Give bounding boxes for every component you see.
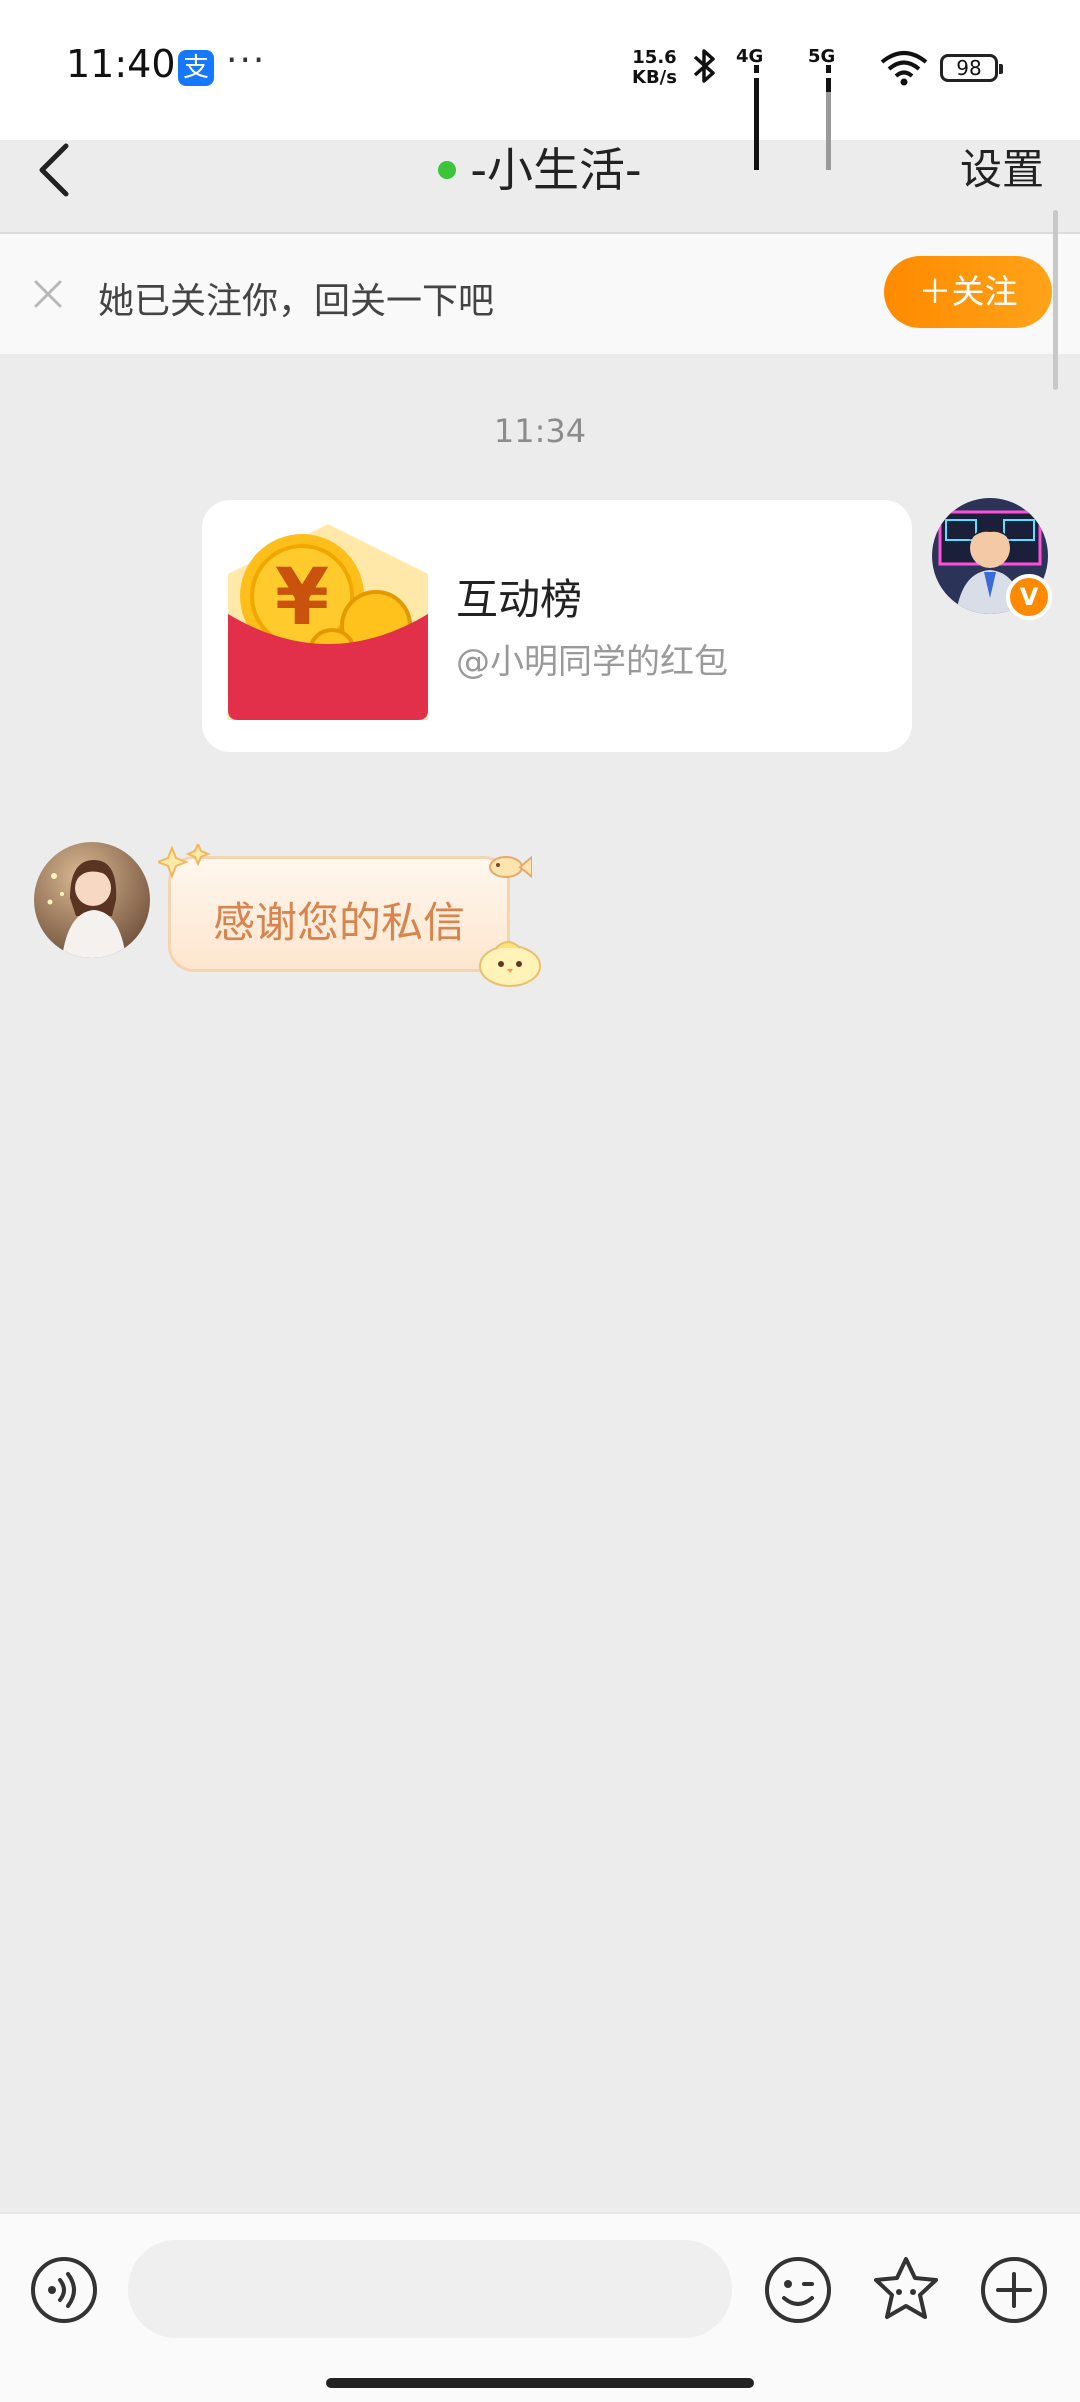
home-indicator[interactable] xyxy=(326,2378,754,2388)
card-subtitle: @小明同学的红包 xyxy=(456,642,728,682)
svg-text:¥: ¥ xyxy=(275,553,329,643)
incoming-message-bubble[interactable]: 感谢您的私信 xyxy=(168,856,510,972)
scrollbar[interactable] xyxy=(1053,210,1058,390)
chevron-left-icon xyxy=(39,143,69,197)
close-icon xyxy=(34,280,62,308)
voice-icon xyxy=(31,2257,97,2323)
message-input-bar xyxy=(0,2212,1080,2402)
plus-icon xyxy=(981,2257,1047,2323)
network-speed-value: 15.6 xyxy=(632,47,677,68)
close-banner-button[interactable] xyxy=(28,274,68,314)
verified-badge: V xyxy=(1006,574,1052,620)
sticker-icon xyxy=(874,2257,938,2319)
more-options-button[interactable] xyxy=(978,2254,1050,2326)
follow-button[interactable]: ＋关注 xyxy=(884,256,1052,328)
status-bar: 11:40 支 ··· 15.6 KB/s 4G 5G 98 xyxy=(0,0,1080,197)
alipay-icon: 支 xyxy=(178,50,214,86)
emoji-button[interactable] xyxy=(762,2254,834,2326)
status-time: 11:40 xyxy=(66,42,176,86)
follow-back-banner: 她已关注你，回关一下吧 ＋关注 xyxy=(0,234,1080,354)
chat-title: -小生活- xyxy=(0,140,1080,200)
chick-icon xyxy=(479,941,541,987)
message-input[interactable] xyxy=(128,2240,732,2338)
emoji-icon xyxy=(765,2257,831,2323)
sticker-button[interactable] xyxy=(870,2254,942,2326)
message-timestamp: 11:34 xyxy=(493,412,587,450)
online-status-dot xyxy=(438,160,457,179)
chat-title-text: -小生活- xyxy=(470,143,642,197)
card-title: 互动榜 xyxy=(456,575,583,624)
bluetooth-icon xyxy=(692,46,718,95)
red-envelope-card[interactable]: ¥ 互动榜 @小明同学的红包 xyxy=(202,500,912,752)
follow-back-prompt: 她已关注你，回关一下吧 xyxy=(98,281,495,322)
sparkle-icon xyxy=(158,844,211,879)
fish-icon xyxy=(489,855,532,879)
network-speed-unit: KB/s xyxy=(632,67,677,88)
contact-avatar[interactable] xyxy=(34,842,150,958)
settings-button[interactable]: 设置 xyxy=(960,140,1044,200)
wifi-icon xyxy=(880,50,928,90)
message-text: 感谢您的私信 xyxy=(212,898,465,947)
network-speed: 15.6 KB/s xyxy=(632,48,677,88)
red-envelope-icon: ¥ xyxy=(228,524,428,720)
more-notifications-icon: ··· xyxy=(226,40,267,81)
battery-icon: 98 xyxy=(940,54,1003,82)
voice-button[interactable] xyxy=(28,2254,100,2326)
back-button[interactable] xyxy=(30,140,100,200)
